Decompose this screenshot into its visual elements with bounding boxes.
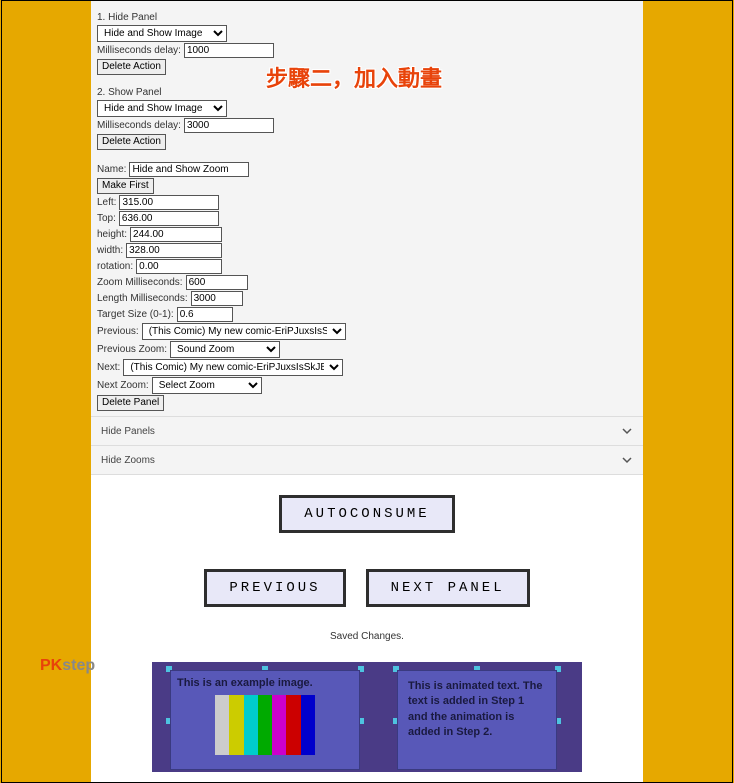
delete-action-button-1[interactable]: Delete Action [97, 59, 166, 75]
next-panel-button[interactable]: NEXT PANEL [366, 569, 530, 607]
action-select-2[interactable]: Hide and Show Image [97, 100, 227, 117]
previous-label: Previous: [97, 326, 139, 337]
next-label: Next: [97, 362, 120, 373]
left-label: Left: [97, 197, 116, 208]
test-pattern-image [215, 695, 315, 755]
height-input[interactable] [130, 227, 222, 242]
zoom-ms-input[interactable] [186, 275, 248, 290]
hide-panels-label: Hide Panels [101, 426, 155, 437]
top-label: Top: [97, 213, 116, 224]
autoconsume-button[interactable]: AUTOCONSUME [279, 495, 454, 533]
watermark: PKstep [40, 657, 95, 675]
delete-panel-button[interactable]: Delete Panel [97, 395, 164, 411]
delete-action-button-2[interactable]: Delete Action [97, 134, 166, 150]
chevron-down-icon [621, 425, 633, 437]
top-input[interactable] [119, 211, 219, 226]
next-zoom-label: Next Zoom: [97, 380, 149, 391]
height-label: height: [97, 229, 127, 240]
next-zoom-select[interactable]: Select Zoom [152, 377, 262, 394]
zoom-ms-label: Zoom Milliseconds: [97, 277, 183, 288]
tutorial-overlay-text: 步驟二，加入動畫 [266, 61, 442, 93]
saved-changes-status: Saved Changes. [330, 631, 404, 642]
ms-delay-input-2[interactable] [184, 118, 274, 133]
section2-title: 2. Show Panel [97, 87, 162, 98]
ms-delay-label-2: Milliseconds delay: [97, 120, 181, 131]
panel2-text: This is animated text. The text is added… [408, 680, 542, 738]
width-label: width: [97, 245, 123, 256]
section1-title: 1. Hide Panel [97, 12, 157, 23]
previous-zoom-select[interactable]: Sound Zoom [170, 341, 280, 358]
target-size-input[interactable] [177, 307, 233, 322]
chevron-down-icon [621, 454, 633, 466]
panel1-caption: This is an example image. [177, 677, 353, 689]
previous-button[interactable]: PREVIOUS [204, 569, 345, 607]
rotation-label: rotation: [97, 261, 133, 272]
next-select[interactable]: (This Comic) My new comic-EriPJuxsIsSkJB… [123, 359, 343, 376]
length-ms-input[interactable] [191, 291, 243, 306]
target-size-label: Target Size (0-1): [97, 309, 174, 320]
left-input[interactable] [119, 195, 219, 210]
length-ms-label: Length Milliseconds: [97, 293, 188, 304]
rotation-input[interactable] [136, 259, 222, 274]
hide-zooms-accordion[interactable]: Hide Zooms [91, 445, 643, 475]
preview-panel-2[interactable]: This is animated text. The text is added… [397, 670, 557, 770]
hide-panels-accordion[interactable]: Hide Panels [91, 416, 643, 445]
ms-delay-label-1: Milliseconds delay: [97, 45, 181, 56]
preview-panel-1[interactable]: This is an example image. [170, 670, 360, 770]
width-input[interactable] [126, 243, 222, 258]
previous-select[interactable]: (This Comic) My new comic-EriPJuxsIsSkJB… [142, 323, 346, 340]
name-input[interactable] [129, 162, 249, 177]
previous-zoom-label: Previous Zoom: [97, 344, 167, 355]
hide-zooms-label: Hide Zooms [101, 455, 155, 466]
ms-delay-input-1[interactable] [184, 43, 274, 58]
make-first-button[interactable]: Make First [97, 178, 154, 194]
preview-canvas[interactable]: This is an example image. This is animat… [152, 662, 582, 772]
action-select-1[interactable]: Hide and Show Image [97, 25, 227, 42]
name-label: Name: [97, 164, 126, 175]
